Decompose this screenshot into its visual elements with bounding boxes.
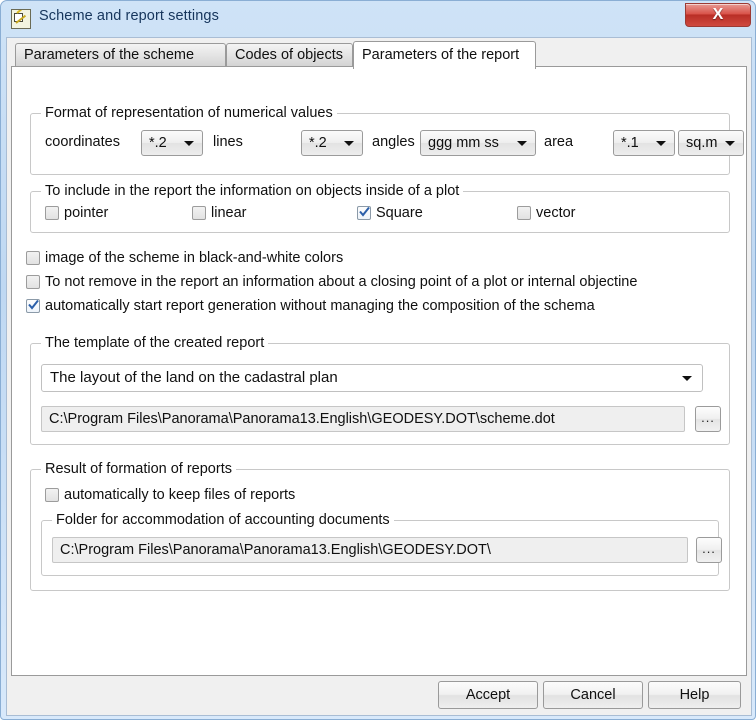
chevron-down-icon bbox=[184, 141, 194, 146]
area-unit-value: sq.m bbox=[686, 135, 718, 151]
help-button-label: Help bbox=[679, 687, 710, 703]
tab-strip: Parameters of the scheme Codes of object… bbox=[11, 41, 747, 69]
coordinates-format-value: *.2 bbox=[149, 135, 167, 151]
title-bar: Scheme and report settings X bbox=[1, 1, 756, 37]
include-objects-group-legend: To include in the report the information… bbox=[41, 183, 464, 199]
template-browse-button[interactable]: ... bbox=[695, 406, 721, 432]
checkbox-auto-keep-report-files-label: automatically to keep files of reports bbox=[64, 487, 296, 503]
accept-button-label: Accept bbox=[465, 687, 511, 703]
checkbox-square-label: Square bbox=[376, 205, 423, 221]
template-path-field[interactable]: C:\Program Files\Panorama\Panorama13.Eng… bbox=[41, 406, 685, 432]
help-button[interactable]: Help bbox=[648, 681, 741, 709]
template-group-legend: The template of the created report bbox=[41, 335, 269, 351]
checkbox-keep-closing-point-info-label: To not remove in the report an informati… bbox=[45, 274, 638, 290]
checkbox-linear-label: linear bbox=[211, 205, 247, 221]
result-group-legend: Result of formation of reports bbox=[41, 461, 236, 477]
area-format-combo[interactable]: *.1 bbox=[613, 130, 675, 156]
coordinates-label: coordinates bbox=[45, 134, 120, 150]
tab-label: Codes of objects bbox=[235, 47, 344, 63]
angles-format-value: ggg mm ss bbox=[428, 135, 499, 151]
folder-browse-button[interactable]: ... bbox=[696, 537, 722, 563]
tab-label: Parameters of the scheme bbox=[24, 47, 195, 63]
close-button[interactable]: X bbox=[685, 3, 751, 27]
template-select-value: The layout of the land on the cadastral … bbox=[50, 369, 338, 386]
area-label: area bbox=[544, 134, 574, 150]
area-format-value: *.1 bbox=[621, 135, 639, 151]
checkbox-pointer-label: pointer bbox=[64, 205, 109, 221]
lines-label: lines bbox=[213, 134, 243, 150]
tab-page-parameters-of-the-report: Format of representation of numerical va… bbox=[11, 66, 747, 676]
folder-group-legend: Folder for accommodation of accounting d… bbox=[52, 512, 394, 528]
format-group: Format of representation of numerical va… bbox=[30, 105, 744, 175]
chevron-down-icon bbox=[725, 141, 735, 146]
include-objects-group: To include in the report the information… bbox=[30, 183, 730, 233]
chevron-down-icon bbox=[517, 141, 527, 146]
chevron-down-icon bbox=[656, 141, 666, 146]
close-icon: X bbox=[712, 6, 724, 23]
tab-parameters-of-the-report[interactable]: Parameters of the report bbox=[353, 41, 536, 69]
template-group: The template of the created report The l… bbox=[30, 335, 730, 445]
cancel-button-label: Cancel bbox=[570, 687, 616, 703]
coordinates-format-combo[interactable]: *.2 bbox=[141, 130, 203, 156]
window-title: Scheme and report settings bbox=[39, 8, 219, 24]
format-group-legend: Format of representation of numerical va… bbox=[41, 105, 337, 121]
chevron-down-icon bbox=[682, 376, 692, 381]
template-path-value: C:\Program Files\Panorama\Panorama13.Eng… bbox=[49, 411, 555, 427]
check-icon bbox=[28, 299, 39, 310]
folder-path-value: C:\Program Files\Panorama\Panorama13.Eng… bbox=[60, 542, 491, 558]
area-unit-combo[interactable]: sq.m bbox=[678, 130, 744, 156]
dialog-window: Scheme and report settings X Parameters … bbox=[0, 0, 756, 720]
ellipsis-icon: ... bbox=[702, 541, 716, 556]
angles-label: angles bbox=[372, 134, 415, 150]
checkbox-auto-start-report-generation-label: automatically start report generation wi… bbox=[45, 298, 595, 314]
template-select[interactable]: The layout of the land on the cadastral … bbox=[41, 364, 703, 392]
result-group: Result of formation of reports automatic… bbox=[30, 461, 730, 591]
folder-group: Folder for accommodation of accounting d… bbox=[41, 512, 722, 576]
folder-path-field[interactable]: C:\Program Files\Panorama\Panorama13.Eng… bbox=[52, 537, 688, 563]
dialog-button-bar: Accept Cancel Help bbox=[11, 679, 747, 713]
dialog-client-area: Parameters of the scheme Codes of object… bbox=[6, 37, 752, 716]
lines-format-combo[interactable]: *.2 bbox=[301, 130, 363, 156]
tab-label: Parameters of the report bbox=[362, 47, 520, 63]
angles-format-combo[interactable]: ggg mm ss bbox=[420, 130, 536, 156]
scheme-report-icon bbox=[11, 9, 31, 29]
cancel-button[interactable]: Cancel bbox=[543, 681, 643, 709]
ellipsis-icon: ... bbox=[701, 410, 715, 425]
check-icon bbox=[359, 206, 370, 217]
accept-button[interactable]: Accept bbox=[438, 681, 538, 709]
checkbox-vector-label: vector bbox=[536, 205, 576, 221]
tab-codes-of-objects[interactable]: Codes of objects bbox=[226, 43, 353, 67]
tab-parameters-of-the-scheme[interactable]: Parameters of the scheme bbox=[15, 43, 226, 67]
checkbox-black-and-white-scheme-label: image of the scheme in black-and-white c… bbox=[45, 250, 344, 266]
chevron-down-icon bbox=[344, 141, 354, 146]
lines-format-value: *.2 bbox=[309, 135, 327, 151]
